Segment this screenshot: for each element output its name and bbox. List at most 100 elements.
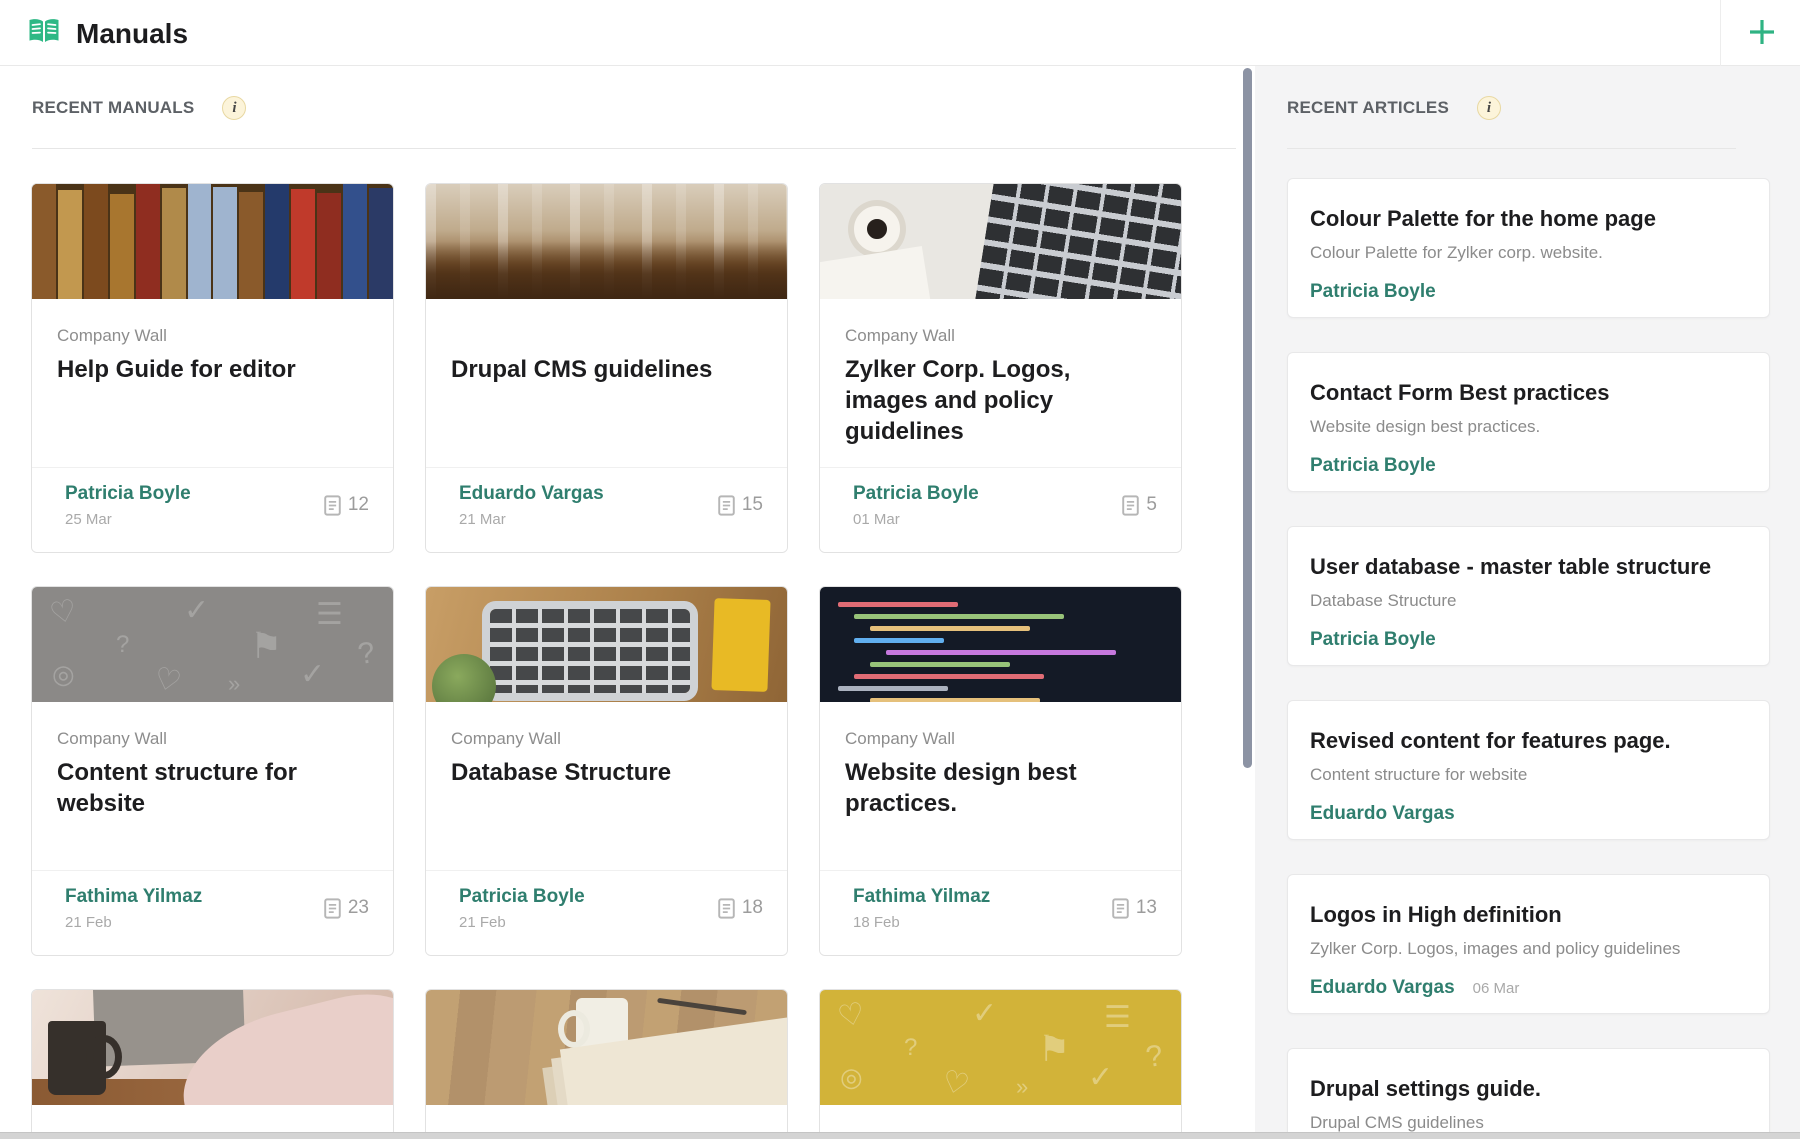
manual-title: Website design best practices.: [845, 757, 1157, 819]
manual-category: Company Wall: [451, 728, 763, 750]
article-count: 12: [324, 494, 369, 516]
document-icon: [324, 495, 341, 516]
article-title: Drupal settings guide.: [1310, 1075, 1747, 1103]
manual-card[interactable]: Company Wall Help Guide for editor Patri…: [31, 183, 394, 553]
manual-cover-doodle-yellow-image: ♡?✓⚑☰◎♡»✓?: [820, 990, 1181, 1105]
article-title: Logos in High definition: [1310, 901, 1747, 929]
manual-card-footer: Patricia Boyle 25 Mar 12: [32, 467, 393, 552]
manual-card-footer: Fathima Yilmaz 18 Feb 13: [820, 870, 1181, 955]
manual-cover-laptop-typing-image: [426, 587, 787, 702]
manuals-grid: Company Wall Help Guide for editor Patri…: [31, 183, 1182, 1139]
manual-card[interactable]: Drupal CMS guidelines Eduardo Vargas 21 …: [425, 183, 788, 553]
document-icon: [1122, 495, 1139, 516]
manual-card-footer: Patricia Boyle 21 Feb 18: [426, 870, 787, 955]
manual-title: Zylker Corp. Logos, images and policy gu…: [845, 354, 1157, 447]
info-icon[interactable]: i: [1477, 96, 1501, 120]
article-count-value: 15: [742, 494, 763, 516]
manual-date: 01 Mar: [853, 511, 900, 528]
author-link[interactable]: Eduardo Vargas: [1310, 977, 1455, 999]
article-count-value: 12: [348, 494, 369, 516]
recent-manuals-label: RECENT MANUALS: [32, 98, 194, 118]
manual-card[interactable]: ♡?✓⚑☰◎♡»✓? Company Wall Content structur…: [31, 586, 394, 956]
manual-title: Help Guide for editor: [57, 354, 369, 385]
manual-category: Company Wall: [57, 325, 369, 347]
horizontal-scrollbar[interactable]: [0, 1132, 1800, 1139]
article-count-value: 18: [742, 897, 763, 919]
manual-category: Company Wall: [845, 325, 1157, 347]
document-icon: [718, 495, 735, 516]
manual-category: Company Wall: [845, 728, 1157, 750]
recent-articles-panel: RECENT ARTICLES i Colour Palette for the…: [1255, 66, 1800, 1139]
manual-cover-code-image: [820, 587, 1181, 702]
article-count: 13: [1112, 897, 1157, 919]
document-icon: [718, 898, 735, 919]
recent-manuals-header: RECENT MANUALS i: [32, 96, 246, 120]
manual-card[interactable]: [425, 989, 788, 1139]
article-subtitle: Zylker Corp. Logos, images and policy gu…: [1310, 939, 1747, 959]
manual-cover-desk-papers-image: [426, 990, 787, 1105]
article-card[interactable]: Contact Form Best practices Website desi…: [1287, 352, 1770, 492]
manual-date: 25 Mar: [65, 511, 112, 528]
article-count-value: 5: [1146, 494, 1157, 516]
header-separator: [1720, 0, 1721, 66]
section-divider: [32, 148, 1236, 149]
document-icon: [324, 898, 341, 919]
vertical-scrollbar-thumb[interactable]: [1243, 68, 1252, 768]
section-divider: [1287, 148, 1736, 149]
manual-cover-doodle-gray-image: ♡?✓⚑☰◎♡»✓?: [32, 587, 393, 702]
article-subtitle: Content structure for website: [1310, 765, 1747, 785]
article-title: Colour Palette for the home page: [1310, 205, 1747, 233]
author-link[interactable]: Patricia Boyle: [1310, 455, 1436, 477]
article-subtitle: Colour Palette for Zylker corp. website.: [1310, 243, 1747, 263]
article-count: 15: [718, 494, 763, 516]
author-link[interactable]: Patricia Boyle: [1310, 629, 1436, 651]
article-count: 5: [1122, 494, 1157, 516]
article-title: User database - master table structure: [1310, 553, 1747, 581]
article-card[interactable]: Revised content for features page. Conte…: [1287, 700, 1770, 840]
article-count-value: 13: [1136, 897, 1157, 919]
manual-date: 18 Feb: [853, 914, 900, 931]
article-date: 06 Mar: [1473, 980, 1520, 997]
author-link[interactable]: Eduardo Vargas: [459, 483, 604, 505]
manual-cover-books-image: [32, 184, 393, 299]
manual-card[interactable]: Company Wall Database Structure Patricia…: [425, 586, 788, 956]
manual-card-footer: Fathima Yilmaz 21 Feb 23: [32, 870, 393, 955]
open-book-icon: [26, 16, 62, 51]
author-link[interactable]: Fathima Yilmaz: [853, 886, 990, 908]
recent-manuals-panel: RECENT MANUALS i Company Wall Help Guide…: [0, 66, 1255, 1139]
author-link[interactable]: Fathima Yilmaz: [65, 886, 202, 908]
info-icon[interactable]: i: [222, 96, 246, 120]
top-bar: Manuals: [0, 0, 1800, 66]
author-link[interactable]: Patricia Boyle: [853, 483, 979, 505]
recent-articles-label: RECENT ARTICLES: [1287, 98, 1449, 118]
manual-card[interactable]: ♡?✓⚑☰◎♡»✓?: [819, 989, 1182, 1139]
articles-list: Colour Palette for the home page Colour …: [1287, 178, 1770, 1139]
manual-card[interactable]: Company Wall Website design best practic…: [819, 586, 1182, 956]
author-link[interactable]: Patricia Boyle: [1310, 281, 1436, 303]
author-link[interactable]: Patricia Boyle: [459, 886, 585, 908]
article-title: Revised content for features page.: [1310, 727, 1747, 755]
author-link[interactable]: Eduardo Vargas: [1310, 803, 1455, 825]
add-manual-button[interactable]: [1740, 14, 1784, 52]
manual-category: Company Wall: [57, 728, 369, 750]
plus-icon: [1747, 17, 1777, 50]
article-subtitle: Database Structure: [1310, 591, 1747, 611]
manual-card[interactable]: [31, 989, 394, 1139]
article-subtitle: Website design best practices.: [1310, 417, 1747, 437]
article-card[interactable]: Drupal settings guide. Drupal CMS guidel…: [1287, 1048, 1770, 1139]
manual-card-footer: Patricia Boyle 01 Mar 5: [820, 467, 1181, 552]
article-card[interactable]: Colour Palette for the home page Colour …: [1287, 178, 1770, 318]
author-link[interactable]: Patricia Boyle: [65, 483, 191, 505]
article-card[interactable]: User database - master table structure D…: [1287, 526, 1770, 666]
article-card[interactable]: Logos in High definition Zylker Corp. Lo…: [1287, 874, 1770, 1014]
manual-category: [451, 325, 763, 347]
article-count-value: 23: [348, 897, 369, 919]
article-count: 18: [718, 897, 763, 919]
manual-title: Drupal CMS guidelines: [451, 354, 763, 385]
manual-card-footer: Eduardo Vargas 21 Mar 15: [426, 467, 787, 552]
manual-card[interactable]: Company Wall Zylker Corp. Logos, images …: [819, 183, 1182, 553]
document-icon: [1112, 898, 1129, 919]
manual-cover-person-typing-image: [32, 990, 393, 1105]
manuals-page: Manuals RECENT MANUALS i Company Wall: [0, 0, 1800, 1139]
manual-date: 21 Feb: [459, 914, 506, 931]
